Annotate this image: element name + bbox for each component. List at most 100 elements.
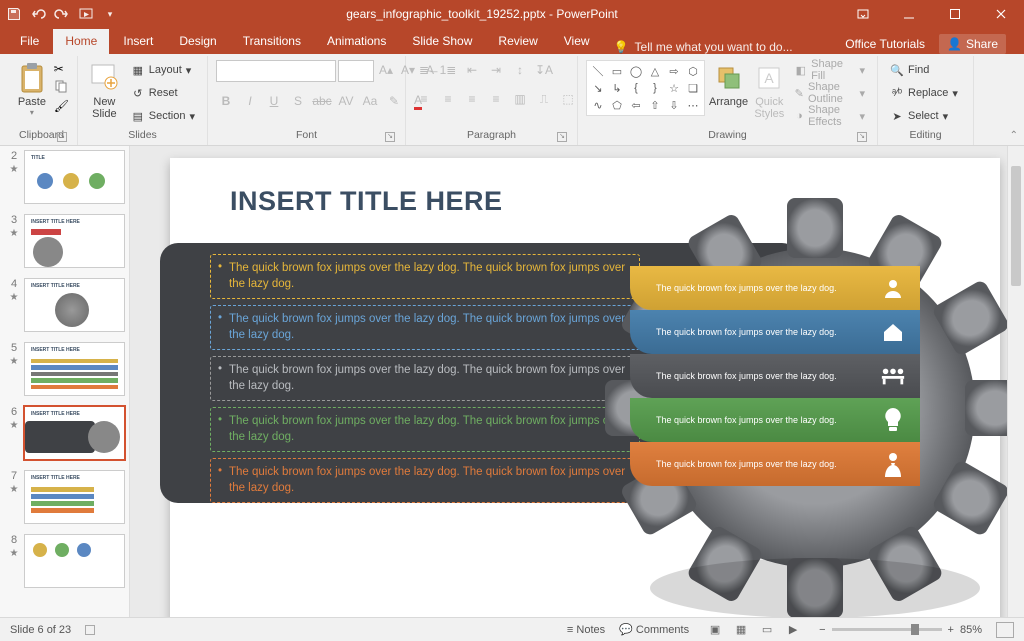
select-button[interactable]: ➤Select ▾ (886, 106, 962, 126)
gear-row-1[interactable]: The quick brown fox jumps over the lazy … (630, 266, 920, 310)
shape-arrow3-icon[interactable]: ⇧ (647, 98, 663, 112)
shape-star-icon[interactable]: ☆ (666, 81, 682, 95)
indent-icon[interactable]: ⇥ (486, 60, 506, 80)
shapes-gallery[interactable]: ＼ ▭ ◯ △ ⇨ ⬡ ↘ ↳ { } ☆ ❏ ∿ ⬠ ⇦ ⇧ ⇩ ⋯ (586, 60, 705, 116)
shape-line-icon[interactable]: ＼ (590, 64, 606, 78)
gear-row-4[interactable]: The quick brown fox jumps over the lazy … (630, 398, 920, 442)
shape-arrow2-icon[interactable]: ⇦ (628, 98, 644, 112)
language-indicator[interactable] (85, 625, 95, 635)
gear-row-2[interactable]: The quick brown fox jumps over the lazy … (630, 310, 920, 354)
shadow-icon[interactable]: S (288, 91, 308, 111)
shape-oval-icon[interactable]: ◯ (628, 64, 644, 78)
bullet-2[interactable]: The quick brown fox jumps over the lazy … (210, 305, 640, 350)
justify-icon[interactable]: ≡ (486, 89, 506, 109)
tab-slideshow[interactable]: Slide Show (400, 29, 484, 54)
dialog-launcher-icon[interactable]: ↘ (557, 132, 567, 142)
sorter-view-icon[interactable]: ▦ (729, 621, 753, 639)
format-painter-icon[interactable]: 🖌 (54, 99, 69, 113)
smartart-icon[interactable]: ⬚ (558, 89, 578, 109)
replace-button[interactable]: ᵃ⁄ᵇReplace ▾ (886, 83, 962, 103)
shape-triangle-icon[interactable]: △ (647, 64, 663, 78)
tab-review[interactable]: Review (486, 29, 549, 54)
bullet-3[interactable]: The quick brown fox jumps over the lazy … (210, 356, 640, 401)
shape-outline-button[interactable]: ✎Shape Outline ▾ (790, 83, 869, 103)
thumb-5[interactable]: 5★INSERT TITLE HERE (8, 342, 125, 396)
minimize-button[interactable] (886, 0, 932, 28)
line-spacing-icon[interactable]: ↕ (510, 60, 530, 80)
close-button[interactable] (978, 0, 1024, 28)
zoom-percent[interactable]: 85% (960, 624, 982, 636)
scroll-thumb[interactable] (1011, 166, 1021, 286)
tab-file[interactable]: File (8, 29, 51, 54)
highlight-icon[interactable]: ✎ (384, 91, 404, 111)
zoom-in-icon[interactable]: + (948, 624, 954, 636)
bullet-4[interactable]: The quick brown fox jumps over the lazy … (210, 407, 640, 452)
shape-more-icon[interactable]: ⋯ (685, 98, 701, 112)
bullet-1[interactable]: The quick brown fox jumps over the lazy … (210, 254, 640, 299)
shape-lbrace-icon[interactable]: { (628, 81, 644, 95)
zoom-slider[interactable] (832, 628, 942, 631)
start-from-beginning-icon[interactable] (78, 6, 94, 22)
align-center-icon[interactable]: ≡ (438, 89, 458, 109)
thumb-6[interactable]: 6★INSERT TITLE HERE (8, 406, 125, 460)
dedent-icon[interactable]: ⇤ (462, 60, 482, 80)
shape-conn-icon[interactable]: ↳ (609, 81, 625, 95)
save-icon[interactable] (6, 6, 22, 22)
shape-fill-button[interactable]: ◧Shape Fill ▾ (790, 60, 869, 80)
slide-canvas[interactable]: INSERT TITLE HERE The quick brown fox ju… (170, 158, 1000, 617)
slide-thumbnails-panel[interactable]: 2★TITLE 3★INSERT TITLE HERE 4★INSERT TIT… (0, 146, 130, 617)
align-right-icon[interactable]: ≡ (462, 89, 482, 109)
font-family-select[interactable] (216, 60, 336, 82)
numbering-icon[interactable]: 1≣ (438, 60, 458, 80)
office-tutorials-link[interactable]: Office Tutorials (845, 37, 925, 51)
strike-icon[interactable]: abc (312, 91, 332, 111)
thumb-7[interactable]: 7★INSERT TITLE HERE (8, 470, 125, 524)
thumb-4[interactable]: 4★INSERT TITLE HERE (8, 278, 125, 332)
arrange-button[interactable]: Arrange (709, 60, 748, 108)
share-button[interactable]: 👤 Share (939, 34, 1006, 54)
tab-home[interactable]: Home (53, 29, 109, 54)
shape-effects-button[interactable]: ◑Shape Effects ▾ (790, 106, 869, 126)
redo-icon[interactable] (54, 6, 70, 22)
tab-insert[interactable]: Insert (111, 29, 165, 54)
shape-poly-icon[interactable]: ⬠ (609, 98, 625, 112)
copy-icon[interactable] (54, 79, 69, 96)
zoom-out-icon[interactable]: − (819, 624, 825, 636)
shape-arrow-icon[interactable]: ⇨ (666, 64, 682, 78)
reading-view-icon[interactable]: ▭ (755, 621, 779, 639)
collapse-ribbon-icon[interactable]: ⌃ (1010, 130, 1018, 141)
qat-dropdown-icon[interactable]: ▾ (102, 6, 118, 22)
slide-editor[interactable]: INSERT TITLE HERE The quick brown fox ju… (130, 146, 1024, 617)
thumb-8[interactable]: 8★ (8, 534, 125, 588)
bullet-5[interactable]: The quick brown fox jumps over the lazy … (210, 458, 640, 503)
gear-row-5[interactable]: The quick brown fox jumps over the lazy … (630, 442, 920, 486)
align-left-icon[interactable]: ≡ (414, 89, 434, 109)
columns-icon[interactable]: ▥ (510, 89, 530, 109)
dialog-launcher-icon[interactable]: ↘ (857, 132, 867, 142)
underline-icon[interactable]: U (264, 91, 284, 111)
italic-icon[interactable]: I (240, 91, 260, 111)
dialog-launcher-icon[interactable]: ↘ (57, 132, 67, 142)
new-slide-button[interactable]: New Slide (86, 60, 123, 120)
find-button[interactable]: 🔍Find (886, 60, 962, 80)
reset-button[interactable]: ↺Reset (127, 83, 199, 103)
comments-button[interactable]: 💬 Comments (619, 623, 689, 636)
spacing-icon[interactable]: AV (336, 91, 356, 111)
shape-arrow4-icon[interactable]: ⇩ (666, 98, 682, 112)
bullets-icon[interactable]: ≣ (414, 60, 434, 80)
section-button[interactable]: ▤Section ▾ (127, 106, 199, 126)
align-text-icon[interactable]: ⎍ (534, 89, 554, 109)
zoom-control[interactable]: − + 85% (819, 624, 982, 636)
tell-me[interactable]: 💡 Tell me what you want to do... (604, 40, 803, 54)
shape-rect-icon[interactable]: ▭ (609, 64, 625, 78)
text-direction-icon[interactable]: ↧A (534, 60, 554, 80)
cut-icon[interactable]: ✂ (54, 62, 69, 76)
tab-view[interactable]: View (552, 29, 602, 54)
ribbon-options-icon[interactable] (840, 0, 886, 28)
shape-callout-icon[interactable]: ❏ (685, 81, 701, 95)
dialog-launcher-icon[interactable]: ↘ (385, 132, 395, 142)
normal-view-icon[interactable]: ▣ (703, 621, 727, 639)
notes-button[interactable]: ≡ Notes (567, 624, 605, 636)
undo-icon[interactable] (30, 6, 46, 22)
thumb-2[interactable]: 2★TITLE (8, 150, 125, 204)
